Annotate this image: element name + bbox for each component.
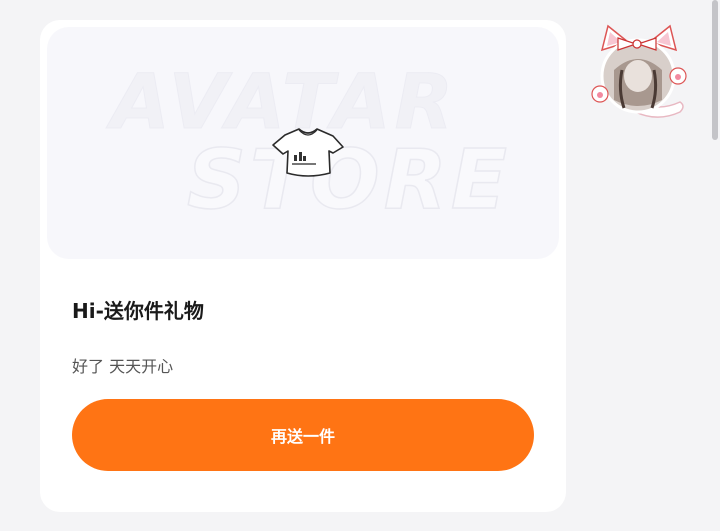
resend-gift-button[interactable]: 再送一件 — [72, 399, 534, 471]
gift-card: AVATAR STORE Hi-送你件礼物 好了 天天开心 再送一件 — [40, 20, 566, 512]
avatar-store-banner: AVATAR STORE — [47, 27, 559, 259]
cat-ear-avatar-icon[interactable] — [588, 20, 692, 124]
page-scrollbar[interactable] — [710, 0, 720, 531]
gift-title: Hi-送你件礼物 — [72, 299, 204, 323]
scrollbar-thumb[interactable] — [712, 0, 718, 140]
gift-message: 好了 天天开心 — [72, 357, 174, 376]
crop-top-shirt-icon — [272, 128, 344, 177]
watermark-store: STORE — [186, 132, 511, 229]
